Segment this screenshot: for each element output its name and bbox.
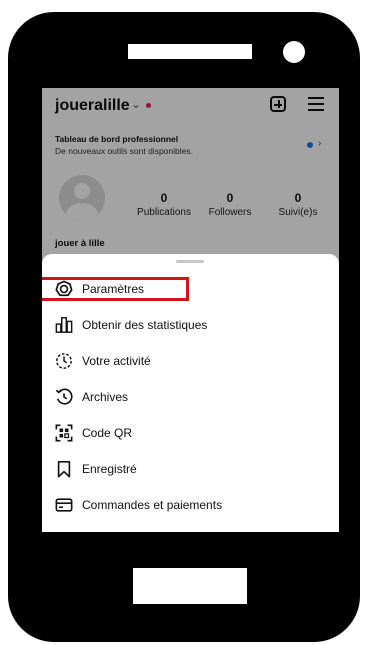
menu-item-archives[interactable]: Archives <box>42 382 339 412</box>
app-screen: joueralille ⌄ Tableau de bord profession… <box>42 88 339 532</box>
menu-item-saved[interactable]: Enregistré <box>42 454 339 484</box>
menu-item-label: Commandes et paiements <box>82 498 223 512</box>
drag-handle[interactable] <box>176 260 204 263</box>
menu-item-orders-payments[interactable]: Commandes et paiements <box>42 490 339 520</box>
menu-item-label: Votre activité <box>82 354 151 368</box>
menu-item-label: Archives <box>82 390 129 404</box>
menu-item-label: Enregistré <box>82 462 137 476</box>
archive-history-icon <box>55 388 73 405</box>
phone-camera <box>283 41 305 63</box>
bar-chart-icon <box>55 317 73 333</box>
menu-item-statistics[interactable]: Obtenir des statistiques <box>42 310 339 340</box>
menu-item-label: Obtenir des statistiques <box>82 318 208 332</box>
qr-code-icon <box>55 424 73 442</box>
activity-icon <box>56 353 72 369</box>
bottom-sheet-menu: Paramètres Obtenir des statistiques Votr… <box>42 254 339 532</box>
settings-highlight-box <box>42 277 189 301</box>
bookmark-icon <box>57 460 71 478</box>
phone-speaker <box>128 44 252 59</box>
phone-home-button[interactable] <box>133 568 247 604</box>
menu-item-activity[interactable]: Votre activité <box>42 346 339 376</box>
credit-card-icon <box>55 498 73 512</box>
menu-item-qr-code[interactable]: Code QR <box>42 418 339 448</box>
menu-item-label: Code QR <box>82 426 133 440</box>
